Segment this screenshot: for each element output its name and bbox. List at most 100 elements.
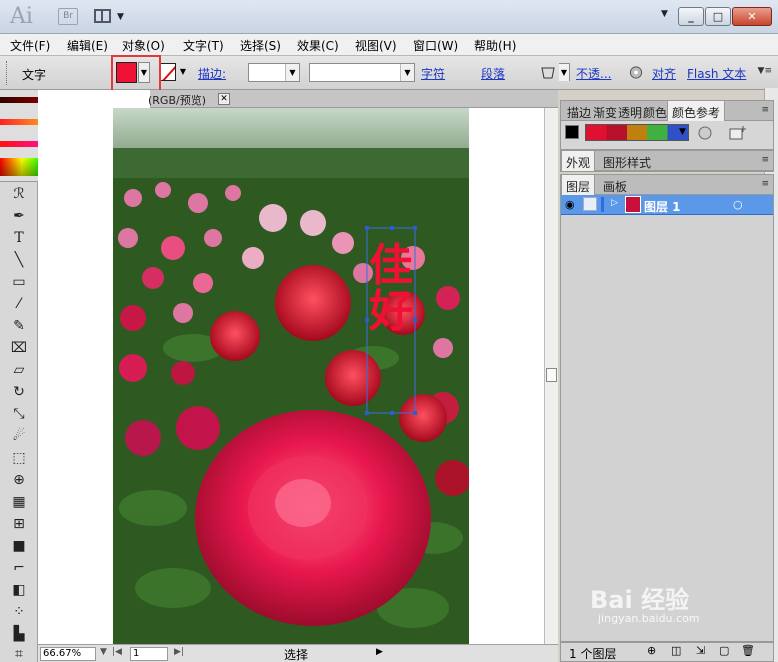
menu-effect[interactable]: 效果(C) [297, 37, 339, 54]
rotate-tool-icon[interactable]: ↻ [8, 382, 30, 402]
panel-menu-icon[interactable]: ≡ [761, 179, 769, 189]
new-layer-icon[interactable]: ▢ [719, 644, 729, 657]
blend-tool-icon[interactable]: ◧ [8, 580, 30, 600]
close-document-icon[interactable]: ✕ [218, 93, 230, 105]
lock-toggle[interactable] [583, 197, 597, 211]
rectangle-tool-icon[interactable]: ▭ [8, 272, 30, 292]
close-button[interactable]: ✕ [732, 7, 772, 26]
menu-type[interactable]: 文字(T) [183, 37, 224, 54]
column-graph-tool-icon[interactable]: ▙ [8, 624, 30, 644]
page-field[interactable]: 1 [130, 647, 168, 661]
blob-brush-tool-icon[interactable]: ⌧ [8, 338, 30, 358]
tab-gradient[interactable]: 渐变 [593, 104, 617, 121]
tab-color-guide[interactable]: 颜色参考 [667, 101, 726, 121]
workspace-switcher-icon[interactable]: ▼ [661, 9, 668, 19]
scale-tool-icon[interactable]: ⤡ [8, 404, 30, 424]
zoom-field[interactable]: 66.67% [40, 647, 96, 661]
scroll-thumb[interactable] [546, 368, 557, 382]
harmony-rules-swatches[interactable] [585, 124, 689, 141]
eraser-tool-icon[interactable]: ▱ [8, 360, 30, 380]
brush-dropdown[interactable]: ▼ [559, 63, 570, 81]
menu-view[interactable]: 视图(V) [355, 37, 397, 54]
save-color-group-icon[interactable] [729, 125, 747, 141]
first-page-icon[interactable]: |◀ [112, 647, 122, 657]
menu-object[interactable]: 对象(O) [122, 37, 165, 54]
brush-library-icon[interactable] [540, 65, 556, 80]
tab-transparency[interactable]: 透明 [618, 104, 642, 121]
tab-color[interactable]: 颜色 [643, 104, 667, 121]
delete-layer-icon[interactable]: 🗑 [741, 644, 755, 657]
chevron-down-icon[interactable]: ▼ [400, 64, 414, 81]
artboard-tool-icon[interactable]: ⌗ [8, 644, 30, 662]
paintbrush-tool-icon[interactable]: ⁄ [8, 294, 30, 314]
target-circle-icon[interactable]: ○ [733, 198, 743, 211]
baidu-watermark-logo: Bai 经验 [590, 586, 690, 614]
stroke-dropdown-icon[interactable]: ▼ [178, 63, 188, 81]
warp-tool-icon[interactable]: ☄ [8, 426, 30, 446]
menu-window[interactable]: 窗口(W) [413, 37, 458, 54]
tab-appearance[interactable]: 外观 [561, 151, 596, 171]
chevron-down-icon[interactable]: ▼ [285, 64, 299, 81]
panel-menu-icon[interactable]: ≡ [761, 155, 769, 165]
layer-name[interactable]: 图层 1 [644, 198, 681, 215]
pen-tool-icon[interactable]: ✒ [8, 206, 30, 226]
line-tool-icon[interactable]: ╲ [8, 250, 30, 270]
flash-text-link[interactable]: Flash 文本 [687, 65, 746, 82]
chevron-down-icon[interactable]: ▼ [100, 647, 107, 657]
opacity-link[interactable]: 不透... [576, 65, 611, 82]
artboard-photo[interactable]: 佳 好 [113, 108, 469, 644]
stroke-color-swatch[interactable] [160, 63, 176, 81]
paragraph-link[interactable]: 段落 [481, 65, 505, 82]
eyedropper-tool-icon[interactable]: ⌐ [8, 558, 30, 578]
character-link[interactable]: 字符 [421, 65, 445, 82]
free-transform-tool-icon[interactable]: ⬚ [8, 448, 30, 468]
tab-stroke[interactable]: 描边 [567, 104, 591, 121]
base-color-swatch[interactable] [565, 125, 579, 139]
minimize-button[interactable]: _ [678, 7, 704, 26]
mesh-tool-icon[interactable]: ⊞ [8, 514, 30, 534]
menu-file[interactable]: 文件(F) [10, 37, 50, 54]
visibility-eye-icon[interactable]: ◉ [565, 198, 575, 211]
menu-select[interactable]: 选择(S) [240, 37, 281, 54]
menu-edit[interactable]: 编辑(E) [67, 37, 108, 54]
grip-handle[interactable] [6, 61, 9, 85]
bridge-button[interactable]: Br [58, 8, 78, 25]
vertical-scrollbar[interactable] [544, 108, 558, 644]
menu-bar: 文件(F) 编辑(E) 对象(O) 文字(T) 选择(S) 效果(C) 视图(V… [0, 34, 778, 56]
baidu-watermark-url: jingyan.baidu.com [598, 612, 700, 625]
next-page-icon[interactable]: ▶| [174, 647, 184, 657]
perspective-grid-tool-icon[interactable]: ▦ [8, 492, 30, 512]
vertical-text-line1[interactable]: 佳 [369, 240, 413, 291]
maximize-button[interactable]: □ [705, 7, 731, 26]
stroke-weight-field[interactable]: ▼ [248, 63, 300, 82]
arrange-documents-button[interactable]: ▼ [94, 8, 128, 25]
document-tab[interactable]: (RGB/预览) [148, 92, 206, 109]
locate-object-icon[interactable]: ⊕ [647, 644, 656, 657]
font-family-field[interactable]: ▼ [309, 63, 415, 82]
recolor-icon[interactable] [697, 125, 713, 141]
symbol-sprayer-tool-icon[interactable]: ⁘ [8, 602, 30, 622]
make-clipping-mask-icon[interactable]: ◫ [671, 644, 681, 657]
align-link[interactable]: 对齐 [652, 65, 676, 82]
vertical-text-line2[interactable]: 好 [368, 286, 413, 337]
pencil-tool-icon[interactable]: ✎ [8, 316, 30, 336]
menu-help[interactable]: 帮助(H) [474, 37, 516, 54]
stroke-label[interactable]: 描边: [198, 65, 226, 82]
tab-artboards[interactable]: 画板 [603, 178, 627, 195]
new-sublayer-icon[interactable]: ⇲ [696, 644, 705, 657]
type-tool-icon[interactable]: T [8, 228, 30, 248]
status-arrow-icon[interactable]: ▶ [376, 647, 383, 657]
expand-triangle-icon[interactable]: ▷ [611, 198, 618, 208]
panel-menu-icon[interactable]: ≡ [761, 105, 769, 115]
chevron-down-icon[interactable]: ▼ [679, 127, 686, 137]
tab-layers[interactable]: 图层 [561, 175, 596, 195]
status-label[interactable]: 选择 [284, 646, 308, 662]
recolor-artwork-icon[interactable] [628, 65, 644, 80]
control-panel-menu-icon[interactable]: ▼≡ [758, 66, 772, 76]
tab-graphic-styles[interactable]: 图形样式 [603, 154, 651, 171]
chevron-down-icon[interactable]: ▼ [559, 64, 569, 81]
shape-builder-tool-icon[interactable]: ⊕ [8, 470, 30, 490]
lasso-tool-icon[interactable]: ℛ [8, 184, 30, 204]
gradient-tool-icon[interactable]: ■ [8, 536, 30, 556]
layer-row[interactable]: ◉ ▷ 图层 1 ○ [561, 195, 773, 215]
